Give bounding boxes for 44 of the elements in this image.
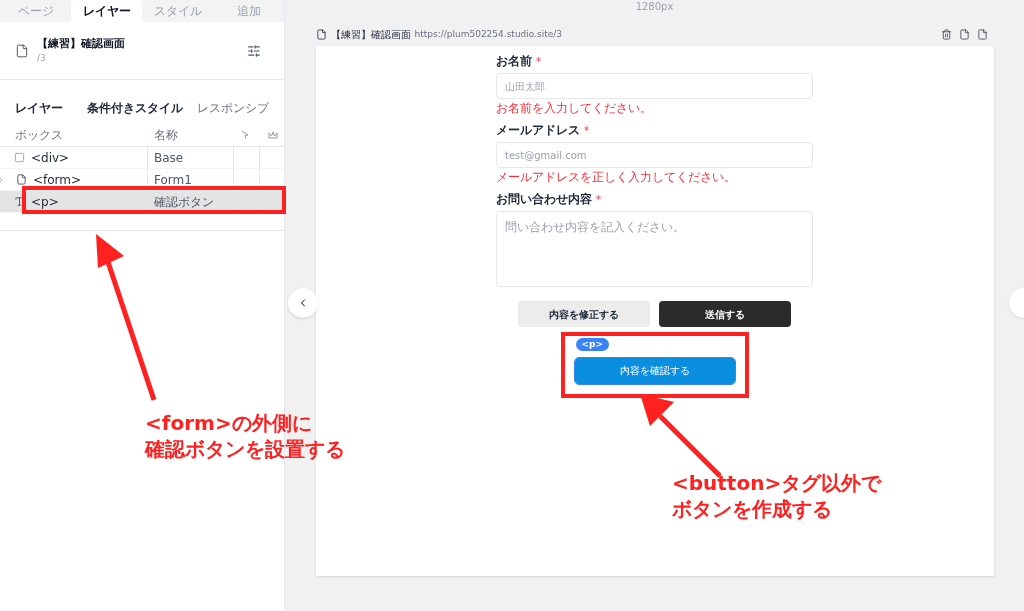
layer-tag: <div> bbox=[31, 148, 70, 167]
error-message: お名前を入力してください。 bbox=[496, 101, 653, 115]
required-mark: * bbox=[596, 192, 601, 207]
text-icon bbox=[14, 196, 25, 207]
layer-row[interactable]: <div> Base bbox=[0, 147, 284, 169]
delete-icon[interactable] bbox=[940, 29, 952, 40]
layer-panel-tab[interactable]: レスポンシブ bbox=[197, 99, 269, 117]
checkbox-icon bbox=[14, 152, 25, 163]
field-label: お問い合わせ内容 bbox=[496, 191, 592, 208]
required-mark: * bbox=[584, 123, 589, 138]
layer-name: 確認ボタン bbox=[148, 191, 234, 212]
page-path: /3 bbox=[37, 52, 47, 65]
layer-row[interactable]: <p> 確認ボタン bbox=[0, 191, 284, 213]
layer-tag: <p> bbox=[31, 192, 59, 211]
element-tag-badge: <p> bbox=[575, 338, 610, 351]
error-message: メールアドレスを正しく入力してください。 bbox=[496, 170, 737, 184]
layer-panel-tab[interactable]: レイヤー bbox=[15, 99, 63, 117]
layer-name: Form1 bbox=[148, 169, 234, 190]
field-label: お名前 bbox=[496, 53, 532, 70]
layer-panel-tab[interactable]: 条件付きスタイル bbox=[87, 99, 183, 117]
page-url: https://plum502254.studio.site/3 bbox=[414, 27, 563, 41]
field-label: メールアドレス bbox=[496, 122, 580, 139]
annotation-text: <button>タグ以外で ボタンを作成する bbox=[672, 470, 882, 522]
page-icon bbox=[315, 29, 327, 40]
confirm-button[interactable]: 内容を確認する bbox=[574, 357, 735, 384]
form-icon bbox=[16, 174, 27, 185]
crown-icon bbox=[268, 129, 278, 140]
text-field[interactable]: 山田太郎 bbox=[496, 73, 813, 99]
layer-name: Base bbox=[148, 147, 234, 168]
canvas-ruler-label: 1280px bbox=[635, 1, 674, 13]
annotation-text: <form>の外側に 確認ボタンを設置する bbox=[145, 410, 345, 462]
edit-button[interactable]: 内容を修正する bbox=[518, 301, 650, 327]
page-title: 【練習】確認画面 bbox=[37, 35, 125, 52]
page-title: 【練習】確認画面 bbox=[330, 28, 411, 42]
page-icon bbox=[15, 43, 29, 58]
message-field[interactable]: 問い合わせ内容を記入ください。 bbox=[496, 211, 813, 287]
submit-button[interactable]: 送信する bbox=[659, 301, 791, 327]
text-field[interactable]: test@gmail.com bbox=[496, 142, 813, 168]
settings-icon[interactable] bbox=[247, 43, 261, 58]
layer-tag: <form> bbox=[33, 170, 82, 189]
required-mark: * bbox=[536, 54, 541, 69]
column-header: ボックス bbox=[14, 126, 64, 144]
panel-tab[interactable]: レイヤー bbox=[71, 0, 142, 22]
column-header: 名称 bbox=[153, 126, 179, 144]
